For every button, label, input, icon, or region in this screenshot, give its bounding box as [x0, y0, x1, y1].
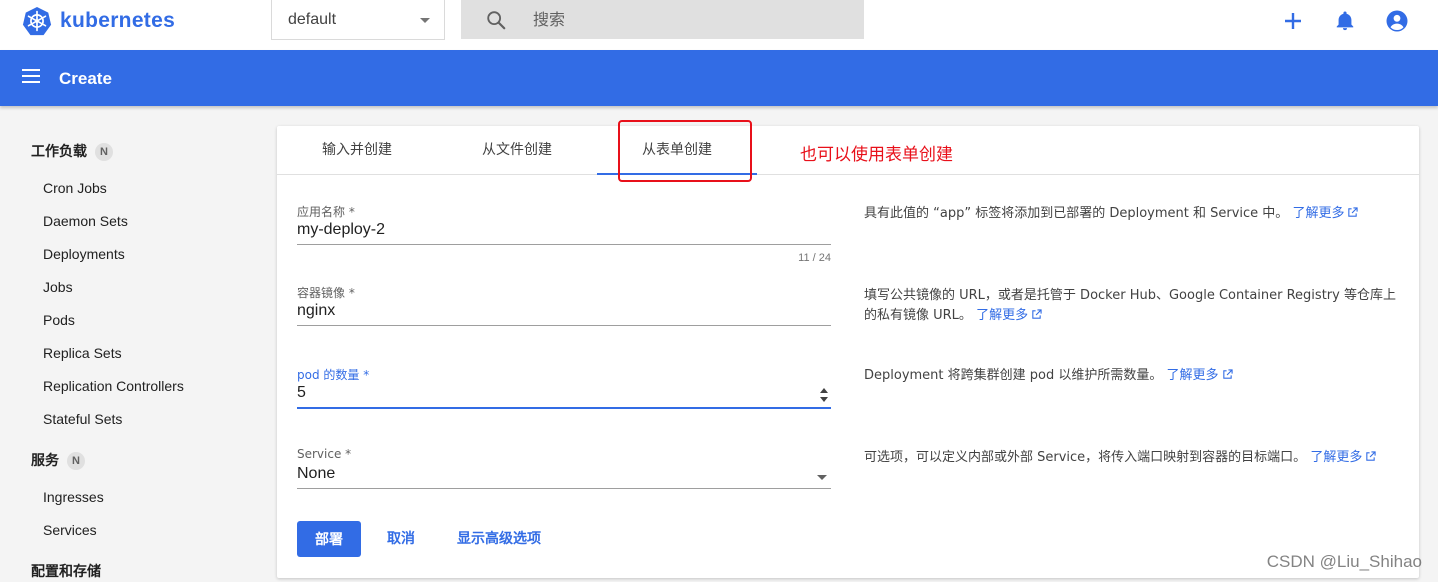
- tab-create-from-file[interactable]: 从文件创建: [437, 126, 597, 175]
- help-text: 可选项，可以定义内部或外部 Service，将传入端口映射到容器的目标端口。: [864, 450, 1307, 465]
- sidebar-item-cron-jobs[interactable]: Cron Jobs: [43, 180, 107, 196]
- learn-more-link[interactable]: 了解更多: [1167, 368, 1233, 383]
- search-bar: [461, 0, 864, 39]
- cancel-button[interactable]: 取消: [387, 521, 415, 557]
- namespaced-badge: N: [67, 452, 85, 470]
- help-text: 具有此值的 “app” 标签将添加到已部署的 Deployment 和 Serv…: [864, 206, 1289, 221]
- show-advanced-options-button[interactable]: 显示高级选项: [457, 521, 541, 557]
- section-title: 服务: [31, 453, 59, 469]
- app-name-help: 具有此值的 “app” 标签将添加到已部署的 Deployment 和 Serv…: [864, 204, 1399, 224]
- learn-more-link[interactable]: 了解更多: [976, 308, 1042, 323]
- sidebar-section-config-storage[interactable]: 配置和存储: [31, 561, 101, 581]
- field-underline: [297, 407, 831, 409]
- pod-count-input[interactable]: 5: [297, 384, 306, 402]
- app-name-field[interactable]: 应用名称 * my-deploy-2 11 / 24: [297, 203, 831, 264]
- external-link-icon: [1222, 369, 1233, 379]
- container-image-help: 填写公共镜像的 URL，或者是托管于 Docker Hub、Google Con…: [864, 286, 1399, 326]
- sidebar-item-ingresses[interactable]: Ingresses: [43, 489, 104, 505]
- page-header: Create: [0, 50, 1438, 106]
- service-select-value[interactable]: None: [297, 465, 335, 483]
- namespaced-badge: N: [95, 143, 113, 161]
- external-link-icon: [1366, 451, 1376, 461]
- page-title: Create: [59, 69, 112, 88]
- field-label: Service *: [297, 447, 352, 461]
- namespace-value: default: [288, 11, 337, 28]
- deploy-button[interactable]: 部署: [297, 521, 361, 557]
- kubernetes-logo-icon[interactable]: [22, 6, 52, 36]
- watermark: CSDN @Liu_Shihao: [1266, 552, 1422, 571]
- help-text: Deployment 将跨集群创建 pod 以维护所需数量。: [864, 368, 1163, 383]
- learn-more-label: 了解更多: [1292, 206, 1345, 221]
- container-image-input[interactable]: nginx: [297, 302, 335, 320]
- account-icon[interactable]: [1384, 8, 1410, 34]
- create-tabs: 输入并创建 从文件创建 从表单创建 也可以使用表单创建: [277, 120, 1419, 182]
- field-underline: [297, 244, 831, 245]
- service-help: 可选项，可以定义内部或外部 Service，将传入端口映射到容器的目标端口。 了…: [864, 448, 1399, 468]
- number-stepper-icon[interactable]: [819, 387, 829, 403]
- sidebar-item-pods[interactable]: Pods: [43, 312, 75, 328]
- field-label: pod 的数量 *: [297, 368, 370, 382]
- learn-more-link[interactable]: 了解更多: [1292, 206, 1359, 221]
- learn-more-link[interactable]: 了解更多: [1310, 450, 1376, 465]
- service-select-field[interactable]: Service * None: [297, 447, 831, 493]
- sidebar-section-workloads[interactable]: 工作负载 N: [31, 141, 113, 161]
- sidebar-item-replica-sets[interactable]: Replica Sets: [43, 345, 122, 361]
- field-underline: [297, 325, 831, 326]
- sidebar-item-jobs[interactable]: Jobs: [43, 279, 73, 295]
- top-bar: kubernetes default: [0, 0, 1438, 50]
- learn-more-label: 了解更多: [1310, 450, 1363, 465]
- sidebar-item-daemon-sets[interactable]: Daemon Sets: [43, 213, 128, 229]
- sidebar-item-services[interactable]: Services: [43, 522, 97, 538]
- brand-name: kubernetes: [60, 9, 176, 32]
- plus-icon[interactable]: [1280, 8, 1306, 34]
- create-card: 输入并创建 从文件创建 从表单创建 也可以使用表单创建 应用名称 * my-de…: [277, 120, 1419, 578]
- learn-more-label: 了解更多: [976, 308, 1029, 323]
- tab-create-from-form[interactable]: 从表单创建: [597, 126, 757, 175]
- sidebar-item-deployments[interactable]: Deployments: [43, 246, 125, 262]
- tab-create-from-input[interactable]: 输入并创建: [277, 126, 437, 175]
- bell-icon[interactable]: [1332, 8, 1358, 34]
- annotation-text: 也可以使用表单创建: [800, 145, 953, 165]
- external-link-icon: [1032, 309, 1042, 319]
- external-link-icon: [1348, 207, 1359, 217]
- field-label: 容器镜像 *: [297, 286, 355, 300]
- chevron-down-icon[interactable]: [817, 475, 827, 480]
- container-image-field[interactable]: 容器镜像 * nginx: [297, 284, 831, 330]
- char-counter: 11 / 24: [798, 252, 831, 264]
- help-text: 填写公共镜像的 URL，或者是托管于 Docker Hub、Google Con…: [864, 288, 1396, 323]
- menu-icon[interactable]: [22, 69, 40, 85]
- sidebar-item-stateful-sets[interactable]: Stateful Sets: [43, 411, 122, 427]
- sidebar-item-replication-controllers[interactable]: Replication Controllers: [43, 378, 184, 394]
- chevron-down-icon: [420, 18, 430, 23]
- pod-count-help: Deployment 将跨集群创建 pod 以维护所需数量。 了解更多: [864, 366, 1399, 386]
- section-title: 工作负载: [31, 144, 87, 160]
- pod-count-field[interactable]: pod 的数量 * 5: [297, 366, 831, 412]
- sidebar-section-services[interactable]: 服务 N: [31, 450, 85, 470]
- search-input[interactable]: [533, 6, 853, 32]
- namespace-select[interactable]: default: [271, 0, 445, 40]
- app-name-input[interactable]: my-deploy-2: [297, 221, 385, 239]
- learn-more-label: 了解更多: [1166, 368, 1219, 383]
- sidebar: 工作负载 N Cron Jobs Daemon Sets Deployments …: [0, 106, 260, 582]
- field-label: 应用名称 *: [297, 205, 355, 219]
- search-icon: [487, 11, 506, 30]
- field-underline: [297, 488, 831, 489]
